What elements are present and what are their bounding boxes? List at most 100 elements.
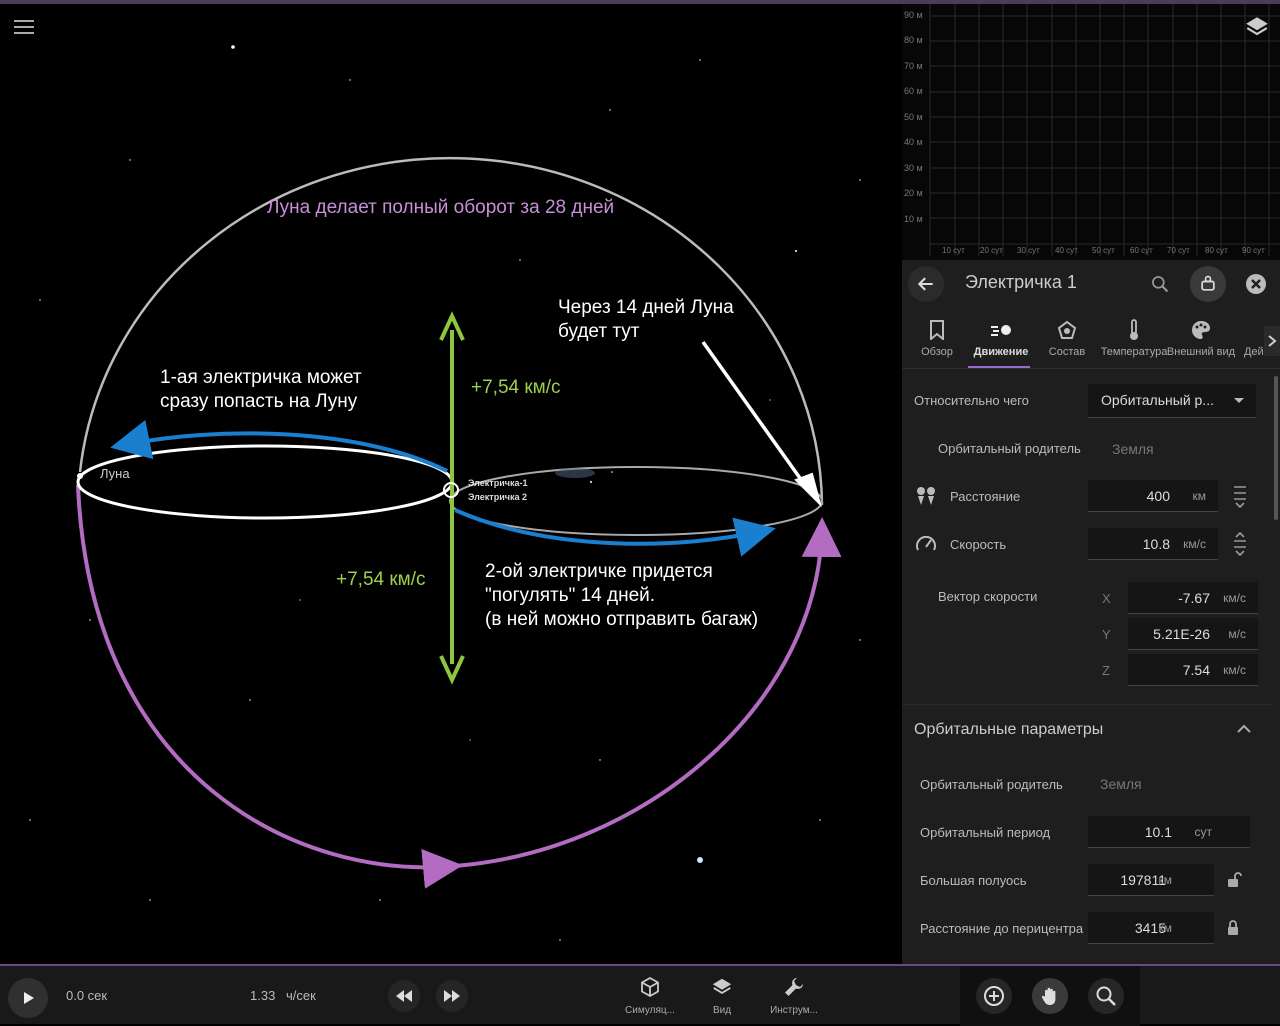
vx-unit: км/с <box>1223 591 1246 605</box>
velocity-z-field[interactable]: 7.54 км/с <box>1128 654 1258 686</box>
vz-unit: км/с <box>1223 663 1246 677</box>
orbital-parameters-header[interactable]: Орбитальные параметры <box>914 721 1103 739</box>
add-circle-icon <box>984 986 1004 1006</box>
second-train-note-line1: 2-ой электричке придется <box>485 561 713 582</box>
x-tick: 10 сут <box>942 246 965 255</box>
velocity-x-field[interactable]: -7.67 км/с <box>1128 582 1258 614</box>
orbit-diagram <box>29 45 861 941</box>
velocity-y-field[interactable]: 5.21E-26 м/с <box>1128 618 1258 650</box>
add-object-button[interactable] <box>976 978 1012 1014</box>
chevron-down-icon <box>1234 398 1244 403</box>
tab-label: Состав <box>1048 346 1086 358</box>
back-arrow-icon[interactable] <box>908 266 944 302</box>
rewind-button[interactable] <box>388 980 420 1012</box>
object-title[interactable]: Электричка 1 <box>965 272 1077 293</box>
x-tick: 70 сут <box>1167 246 1190 255</box>
play-button[interactable] <box>8 978 48 1018</box>
x-tick: 60 сут <box>1130 246 1153 255</box>
distance-stepper-icon[interactable] <box>1232 484 1248 513</box>
tab-motion[interactable]: Движение <box>966 312 1036 368</box>
second-train-note-line2: "погулять" 14 дней. <box>485 585 656 606</box>
vz-value: 7.54 <box>1182 662 1210 678</box>
distance-unit: км <box>1192 489 1207 503</box>
speed-field[interactable]: 10.8 км/с <box>1088 528 1218 560</box>
space-scene-viewport[interactable]: Луна делает полный оборот за 28 дней 1-а… <box>0 4 902 964</box>
distance-label: Расстояние <box>950 489 1021 504</box>
orbital-parent-value: Земля <box>1112 441 1154 457</box>
relative-to-select[interactable]: Орбитальный р... <box>1088 384 1256 418</box>
y-tick: 20 м <box>904 188 923 198</box>
velocity-down-label: +7,54 км/с <box>336 569 426 590</box>
thermometer-icon <box>1099 318 1169 342</box>
search-icon <box>1096 986 1116 1006</box>
x-tick: 50 сут <box>1092 246 1115 255</box>
distance-field[interactable]: 400 км <box>1088 480 1218 512</box>
orb-parent-value: Земля <box>1100 776 1142 792</box>
pan-tool-button[interactable] <box>1032 978 1068 1014</box>
search-icon[interactable] <box>1142 266 1178 302</box>
panel-scrollbar[interactable] <box>1274 376 1278 520</box>
unlock-icon[interactable] <box>1226 872 1242 893</box>
tab-appearance[interactable]: Внешний вид <box>1166 312 1236 368</box>
speedometer-icon <box>915 533 937 560</box>
moon-path-arrow-1 <box>76 484 463 889</box>
tabs-next-chevron-icon[interactable] <box>1264 326 1280 356</box>
time-rate-value[interactable]: 1.33 <box>250 988 275 1003</box>
hand-icon <box>1041 987 1056 1005</box>
y-tick: 10 м <box>904 214 923 224</box>
hamburger-menu-icon[interactable] <box>12 16 36 40</box>
train2-direction-arrow <box>454 508 776 557</box>
speed-label: Скорость <box>950 537 1007 552</box>
period-field[interactable]: 10.1 сут <box>1088 816 1250 848</box>
motion-icon <box>966 318 1036 342</box>
train1-orbit <box>76 444 454 520</box>
lock-icon[interactable] <box>1226 920 1240 941</box>
simulation-menu-button[interactable]: Симуляц... <box>618 976 682 1016</box>
tab-composition[interactable]: Состав <box>1032 312 1102 368</box>
tab-overview[interactable]: Обзор <box>902 312 972 368</box>
chevron-up-icon[interactable] <box>1236 722 1252 740</box>
bookmark-icon <box>902 318 972 342</box>
train2-label[interactable]: Электричка 2 <box>468 492 527 502</box>
moon-label[interactable]: Луна <box>100 466 130 481</box>
distance-value: 400 <box>1146 488 1170 504</box>
close-icon[interactable] <box>1238 266 1274 302</box>
fast-forward-button[interactable] <box>436 980 468 1012</box>
simulation-label: Симуляц... <box>625 1005 675 1016</box>
play-icon <box>24 992 34 1004</box>
train1-label[interactable]: Электричка-1 <box>468 478 527 488</box>
bottom-toolbar: 0.0 сек 1.33 ч/сек Симуляц... Вид Инстру… <box>0 964 1280 1026</box>
panel-header: Электричка 1 <box>902 260 1280 306</box>
tab-temperature[interactable]: Температура <box>1099 312 1169 368</box>
distance-graph[interactable]: 90 м 80 м 70 м 60 м 50 м 40 м 30 м 20 м … <box>902 4 1280 260</box>
property-tabs: Обзор Движение Состав Температура Внешни… <box>902 312 1280 368</box>
speed-stepper-icon[interactable] <box>1232 531 1248 561</box>
after-14-days-note-line2: будет тут <box>558 321 640 342</box>
tool-buttons-group <box>960 966 1140 1026</box>
tools-menu-button[interactable]: Инструм... <box>762 976 826 1016</box>
search-tool-button[interactable] <box>1088 978 1124 1014</box>
y-tick: 80 м <box>904 35 923 45</box>
after-14-days-note-line1: Через 14 дней Луна <box>558 297 734 318</box>
view-label: Вид <box>712 1005 732 1016</box>
vx-label: X <box>1102 591 1111 606</box>
y-tick: 50 м <box>904 112 923 122</box>
y-tick: 70 м <box>904 61 923 71</box>
object-properties-panel: Электричка 1 Обзор Движение Состав Темпе… <box>902 260 1280 964</box>
relative-to-label: Относительно чего <box>914 393 1029 408</box>
period-value: 10.1 <box>1144 824 1172 840</box>
tools-label: Инструм... <box>770 1005 818 1016</box>
x-tick: 20 сут <box>980 246 1003 255</box>
y-tick: 30 м <box>904 163 923 173</box>
x-tick: 80 сут <box>1205 246 1228 255</box>
divider <box>902 704 1272 705</box>
semimajor-axis-field[interactable]: 197811 км <box>1088 864 1214 896</box>
distance-icon <box>915 485 937 512</box>
tab-label: Внешний вид <box>1166 346 1236 358</box>
layers-icon[interactable] <box>1244 14 1270 40</box>
pericenter-field[interactable]: 3415 км <box>1088 912 1214 944</box>
view-menu-button[interactable]: Вид <box>690 976 754 1016</box>
relative-to-value: Орбитальный р... <box>1101 392 1214 408</box>
focus-camera-icon[interactable] <box>1190 266 1226 302</box>
period-label: Орбитальный период <box>920 825 1051 840</box>
